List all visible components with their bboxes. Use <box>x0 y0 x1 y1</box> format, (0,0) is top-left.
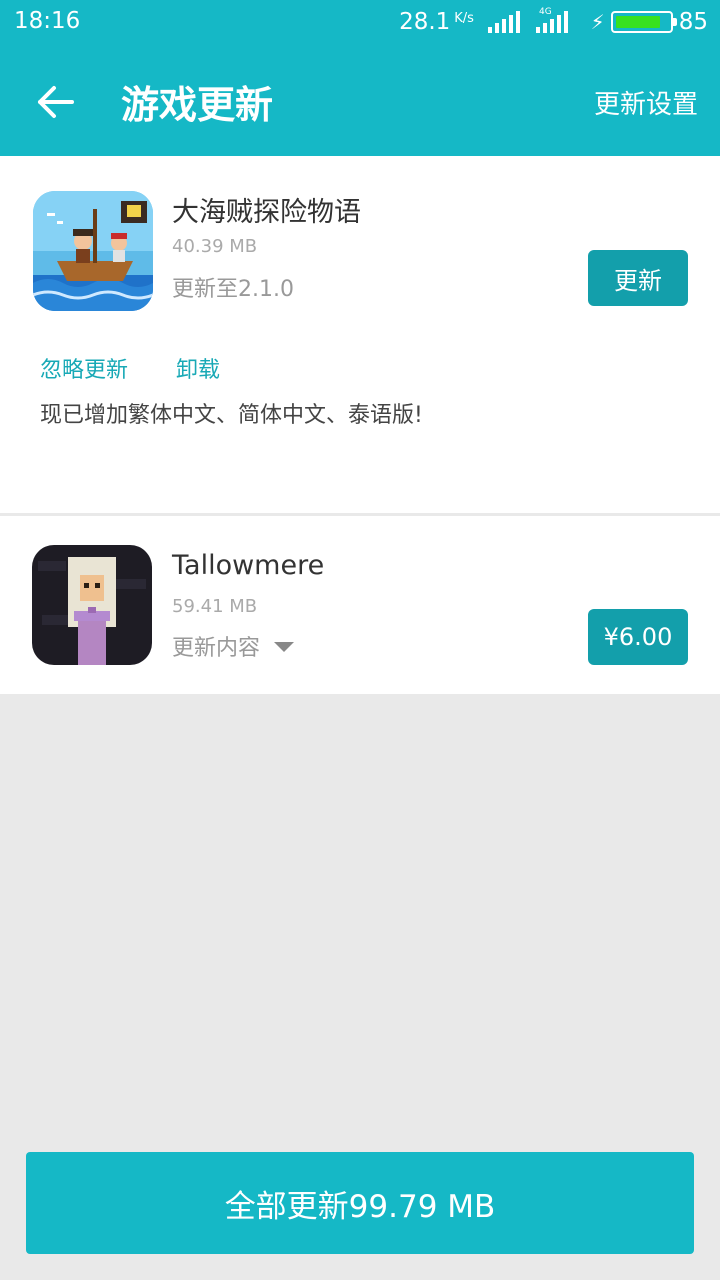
network-speed: 28.1 <box>399 9 451 35</box>
signal-icon <box>487 11 523 33</box>
charging-icon: ⚡ <box>590 10 605 34</box>
pirate-game-icon[interactable] <box>33 191 153 311</box>
status-bar: 18:16 28.1 K/s 4G ⚡ 85 <box>0 0 720 44</box>
back-button[interactable] <box>34 80 78 124</box>
update-all-button[interactable]: 全部更新99.79 MB <box>26 1152 694 1254</box>
battery-level: 85 <box>678 9 708 35</box>
battery-icon <box>610 11 677 33</box>
app-size: 40.39 MB <box>172 236 258 257</box>
update-settings-button[interactable]: 更新设置 <box>594 84 698 121</box>
app-size: 59.41 MB <box>172 596 258 617</box>
app-name: 大海贼探险物语 <box>172 197 361 228</box>
battery-fill <box>615 16 660 28</box>
ignore-update-link[interactable]: 忽略更新 <box>40 352 128 384</box>
update-content-label: 更新内容 <box>172 636 261 661</box>
page-title: 游戏更新 <box>121 83 274 127</box>
app-name: Tallowmere <box>172 550 325 581</box>
app-card: 大海贼探险物语 40.39 MB 更新至2.1.0 更新 忽略更新 卸载 现已增… <box>0 156 720 513</box>
update-description: 现已增加繁体中文、简体中文、泰语版! <box>40 403 423 428</box>
status-time: 18:16 <box>14 8 81 34</box>
status-indicators: 28.1 K/s 4G ⚡ 85 <box>399 7 708 36</box>
network-speed-unit: K/s <box>454 10 474 26</box>
caret-down-icon <box>274 642 295 652</box>
update-content-toggle[interactable]: 更新内容 <box>172 630 295 662</box>
uninstall-link[interactable]: 卸载 <box>176 352 220 384</box>
buy-button[interactable]: ¥6.00 <box>588 609 688 665</box>
tallowmere-game-icon[interactable] <box>32 545 152 665</box>
network-type: 4G <box>538 7 552 17</box>
arrow-left-icon <box>38 86 74 118</box>
update-button[interactable]: 更新 <box>588 250 688 306</box>
app-version: 更新至2.1.0 <box>172 277 294 302</box>
app-card: Tallowmere 59.41 MB 更新内容 ¥6.00 <box>0 516 720 694</box>
app-bar: 18:16 28.1 K/s 4G ⚡ 85 游戏更新 更新设置 <box>0 0 720 156</box>
